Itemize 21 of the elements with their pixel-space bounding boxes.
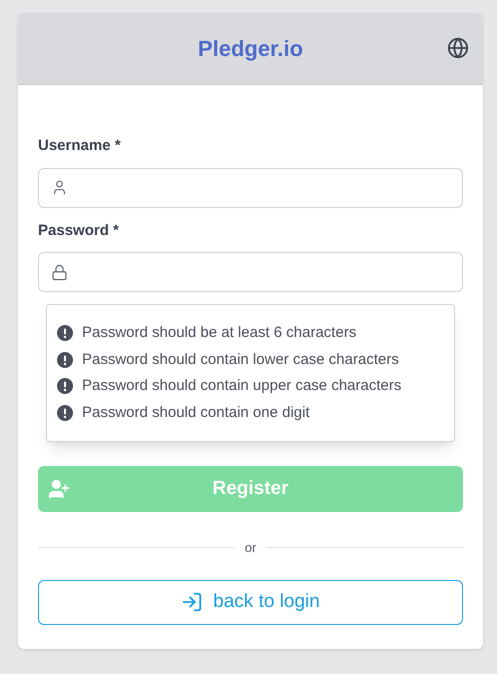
requirement-text: Password should contain upper case characters bbox=[82, 376, 402, 396]
language-button[interactable] bbox=[447, 37, 469, 59]
login-icon bbox=[181, 591, 204, 613]
alert-icon bbox=[57, 378, 73, 394]
app-title: Pledger.io bbox=[198, 35, 304, 63]
lock-icon bbox=[51, 264, 68, 280]
alert-icon bbox=[57, 352, 73, 368]
alert-icon bbox=[57, 325, 73, 342]
divider-text: or bbox=[244, 539, 258, 557]
globe-icon bbox=[447, 37, 469, 59]
input-field[interactable] bbox=[38, 252, 463, 292]
field-label: Username * bbox=[38, 136, 122, 156]
requirement-text: Password should be at least 6 characters bbox=[82, 323, 356, 343]
field-label: Password * bbox=[38, 220, 120, 240]
alert-icon bbox=[57, 404, 73, 421]
requirement-text: Password should contain lower case characters bbox=[82, 350, 399, 370]
back-to-login-button[interactable]: back to login bbox=[38, 580, 463, 624]
requirement-text: Password should contain one digit bbox=[82, 402, 310, 422]
user-icon bbox=[51, 179, 68, 196]
input-field[interactable] bbox=[38, 168, 463, 208]
add-user-icon bbox=[48, 478, 70, 500]
